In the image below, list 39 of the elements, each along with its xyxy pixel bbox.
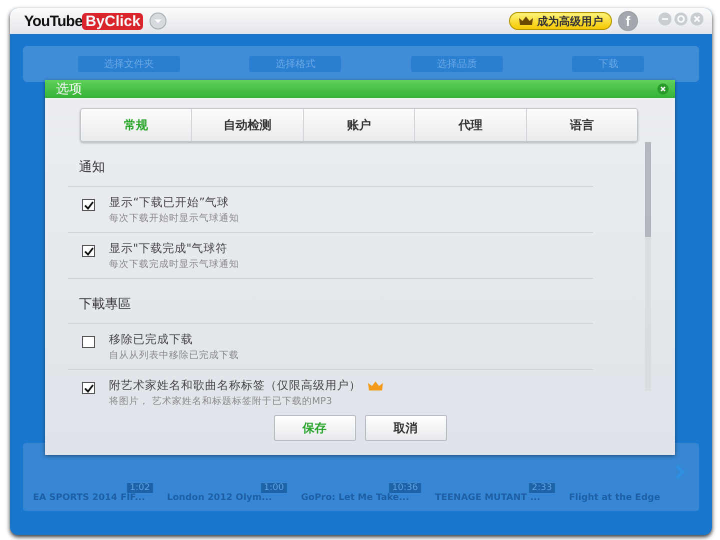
checkbox[interactable]: [82, 336, 95, 348]
checkbox[interactable]: [82, 199, 95, 211]
video-duration: 1:02: [126, 483, 153, 493]
maximize-icon[interactable]: [674, 12, 688, 26]
facebook-button[interactable]: f: [618, 11, 638, 31]
step-tab[interactable]: 下载: [572, 56, 644, 72]
scrollbar-thumb[interactable]: [645, 142, 651, 237]
option-description: 每次下载开始时显示气球通知: [109, 212, 239, 225]
crown-icon: [518, 16, 534, 26]
upgrade-premium-button[interactable]: 成为高级用户: [509, 12, 612, 30]
step-tab[interactable]: 选择文件夹: [78, 56, 180, 72]
option-label: 移除已完成下载: [109, 332, 193, 347]
checkbox[interactable]: [82, 382, 95, 394]
option-description: 每次下载完成时显示气球通知: [109, 258, 239, 271]
save-button[interactable]: 保存: [274, 415, 356, 441]
minimize-icon[interactable]: [658, 12, 672, 26]
tab[interactable]: 账户: [304, 109, 416, 141]
dialog-title: 选项: [56, 81, 82, 98]
app-logo: YouTube ByClick: [24, 12, 144, 30]
step-tab[interactable]: 选择品质: [410, 56, 503, 72]
close-icon[interactable]: [690, 12, 704, 26]
step-tab[interactable]: 选择格式: [249, 56, 342, 72]
video-duration: 1:00: [260, 483, 287, 493]
video-duration: 10:36: [389, 483, 421, 493]
option-label: 附艺术家姓名和歌曲名称标签（仅限高级用户）: [109, 378, 361, 393]
tab[interactable]: 语言: [526, 109, 638, 141]
option-label: 显示“下载已开始”气球: [109, 195, 229, 210]
dropdown-caret-icon[interactable]: [149, 12, 168, 30]
section-heading: 下載專區: [68, 293, 593, 324]
tab[interactable]: 代理: [415, 109, 527, 141]
option-description: 自从从列表中移除已完成下载: [109, 349, 239, 362]
section-heading: 通知: [68, 156, 593, 187]
tab[interactable]: 自动检测: [192, 109, 304, 141]
cancel-button[interactable]: 取消: [364, 415, 446, 441]
checkbox[interactable]: [82, 245, 95, 257]
option-label: 显示"下载完成"气球符: [109, 241, 228, 256]
tab[interactable]: 常规: [81, 109, 192, 141]
video-duration: 2:33: [528, 483, 555, 493]
close-icon[interactable]: [657, 83, 669, 95]
